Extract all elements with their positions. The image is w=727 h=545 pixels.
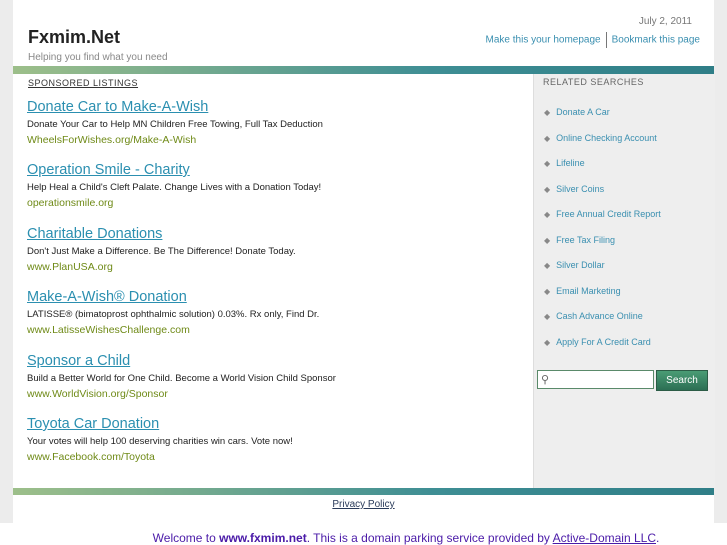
- related-item: ◆ Silver Coins: [534, 177, 715, 203]
- related-link[interactable]: Donate A Car: [556, 107, 610, 117]
- privacy-row: Privacy Policy: [13, 499, 714, 510]
- link-divider: [605, 32, 607, 48]
- diamond-bullet-icon: ◆: [544, 235, 551, 245]
- header: Fxmim.Net Helping you find what you need…: [13, 0, 714, 66]
- diamond-bullet-icon: ◆: [544, 184, 551, 194]
- related-link[interactable]: Free Annual Credit Report: [556, 209, 661, 219]
- ad-description: Donate Your Car to Help MN Children Free…: [27, 119, 323, 130]
- diamond-bullet-icon: ◆: [544, 108, 551, 117]
- ad-title-link[interactable]: Charitable Donations: [27, 226, 527, 242]
- welcome-domain: www.fxmim.net: [219, 531, 307, 545]
- page-frame: Fxmim.Net Helping you find what you need…: [0, 0, 727, 523]
- ad-listing: Sponsor a Child Build a Better World for…: [27, 353, 527, 400]
- ad-description: LATISSE® (bimatoprost ophthalmic solutio…: [27, 309, 320, 320]
- related-list: ◆ Donate A Car ◆ Online Checking Account ◆…: [534, 100, 715, 355]
- ad-url-link[interactable]: WheelsForWishes.org/Make-A-Wish: [27, 134, 527, 146]
- ad-listing: Operation Smile - Charity Help Heal a Ch…: [27, 162, 527, 209]
- related-link[interactable]: Apply For A Credit Card: [556, 337, 651, 347]
- top-accent-bar: [13, 66, 714, 74]
- related-link[interactable]: Free Tax Filing: [556, 235, 615, 245]
- diamond-bullet-icon: ◆: [544, 261, 551, 270]
- welcome-middle: . This is a domain parking service provi…: [306, 531, 553, 545]
- related-item: ◆ Email Marketing: [534, 279, 715, 305]
- diamond-bullet-icon: ◆: [544, 133, 551, 143]
- ad-listing: Make-A-Wish® Donation LATISSE® (bimatopr…: [27, 289, 527, 336]
- related-item: ◆ Apply For A Credit Card: [534, 330, 715, 356]
- related-searches-sidebar: RELATED SEARCHES ◆ Donate A Car ◆ Online C…: [533, 74, 715, 488]
- related-link[interactable]: Email Marketing: [556, 286, 621, 296]
- sponsored-listings: SPONSORED LISTINGS Donate Car to Make-A-…: [13, 74, 533, 488]
- ad-description: Your votes will help 100 deserving chari…: [27, 436, 293, 447]
- related-link[interactable]: Online Checking Account: [556, 133, 657, 143]
- ad-listing: Donate Car to Make-A-Wish Donate Your Ca…: [27, 99, 527, 146]
- ad-url-link[interactable]: www.PlanUSA.org: [27, 261, 527, 273]
- related-link[interactable]: Silver Coins: [556, 184, 604, 194]
- diamond-bullet-icon: ◆: [544, 337, 551, 347]
- diamond-bullet-icon: ◆: [544, 312, 551, 321]
- related-item: ◆ Free Tax Filing: [534, 228, 715, 254]
- related-item: ◆ Lifeline: [534, 151, 715, 177]
- diamond-bullet-icon: ◆: [544, 286, 551, 296]
- tagline: Helping you find what you need: [28, 52, 168, 63]
- search-button[interactable]: Search: [656, 370, 708, 391]
- site-title: Fxmim.Net: [28, 27, 121, 47]
- related-item: ◆ Donate A Car: [534, 100, 715, 126]
- top-links: Make this your homepage Bookmark this pag…: [486, 32, 700, 48]
- related-item: ◆ Silver Dollar: [534, 253, 715, 279]
- parking-notice: Welcome to www.fxmim.net. This is a doma…: [0, 531, 727, 545]
- ad-url-link[interactable]: www.Facebook.com/Toyota: [27, 451, 527, 463]
- bottom-accent-bar: [13, 488, 714, 495]
- related-link[interactable]: Lifeline: [556, 158, 585, 168]
- related-item: ◆ Cash Advance Online: [534, 304, 715, 330]
- ad-description: Build a Better World for One Child. Beco…: [27, 373, 336, 384]
- ad-url-link[interactable]: www.WorldVision.org/Sponsor: [27, 388, 527, 400]
- related-item: ◆ Online Checking Account: [534, 126, 715, 152]
- make-homepage-link[interactable]: Make this your homepage: [486, 35, 601, 46]
- ad-listing: Charitable Donations Don't Just Make a D…: [27, 226, 527, 273]
- related-item: ◆ Free Annual Credit Report: [534, 202, 715, 228]
- diamond-bullet-icon: ◆: [544, 210, 551, 219]
- ad-listing: Toyota Car Donation Your votes will help…: [27, 416, 527, 463]
- footer: Privacy Policy: [13, 495, 714, 523]
- ad-title-link[interactable]: Sponsor a Child: [27, 353, 527, 369]
- related-link[interactable]: Silver Dollar: [556, 260, 605, 270]
- content-area: Fxmim.Net Helping you find what you need…: [13, 0, 715, 523]
- date-label: July 2, 2011: [638, 16, 692, 27]
- ad-title-link[interactable]: Operation Smile - Charity: [27, 162, 527, 178]
- ad-url-link[interactable]: www.LatisseWishesChallenge.com: [27, 324, 527, 336]
- ad-description: Don't Just Make a Difference. Be The Dif…: [27, 246, 296, 257]
- related-label: RELATED SEARCHES: [543, 77, 644, 87]
- related-link[interactable]: Cash Advance Online: [556, 311, 643, 321]
- welcome-prefix: Welcome to: [152, 531, 220, 545]
- bookmark-link[interactable]: Bookmark this page: [612, 35, 700, 46]
- diamond-bullet-icon: ◆: [544, 159, 551, 168]
- welcome-suffix: .: [655, 531, 660, 545]
- ad-title-link[interactable]: Toyota Car Donation: [27, 416, 527, 432]
- ad-title-link[interactable]: Donate Car to Make-A-Wish: [27, 99, 527, 115]
- ad-description: Help Heal a Child's Cleft Palate. Change…: [27, 182, 322, 193]
- provider-link[interactable]: Active-Domain LLC: [553, 531, 656, 545]
- ad-title-link[interactable]: Make-A-Wish® Donation: [27, 289, 527, 305]
- ad-url-link[interactable]: operationsmile.org: [27, 197, 527, 209]
- privacy-policy-link[interactable]: Privacy Policy: [332, 499, 394, 510]
- sponsored-label: SPONSORED LISTINGS: [28, 78, 139, 88]
- search-icon: ⚲: [541, 374, 550, 386]
- search-input[interactable]: ⚲: [537, 370, 654, 389]
